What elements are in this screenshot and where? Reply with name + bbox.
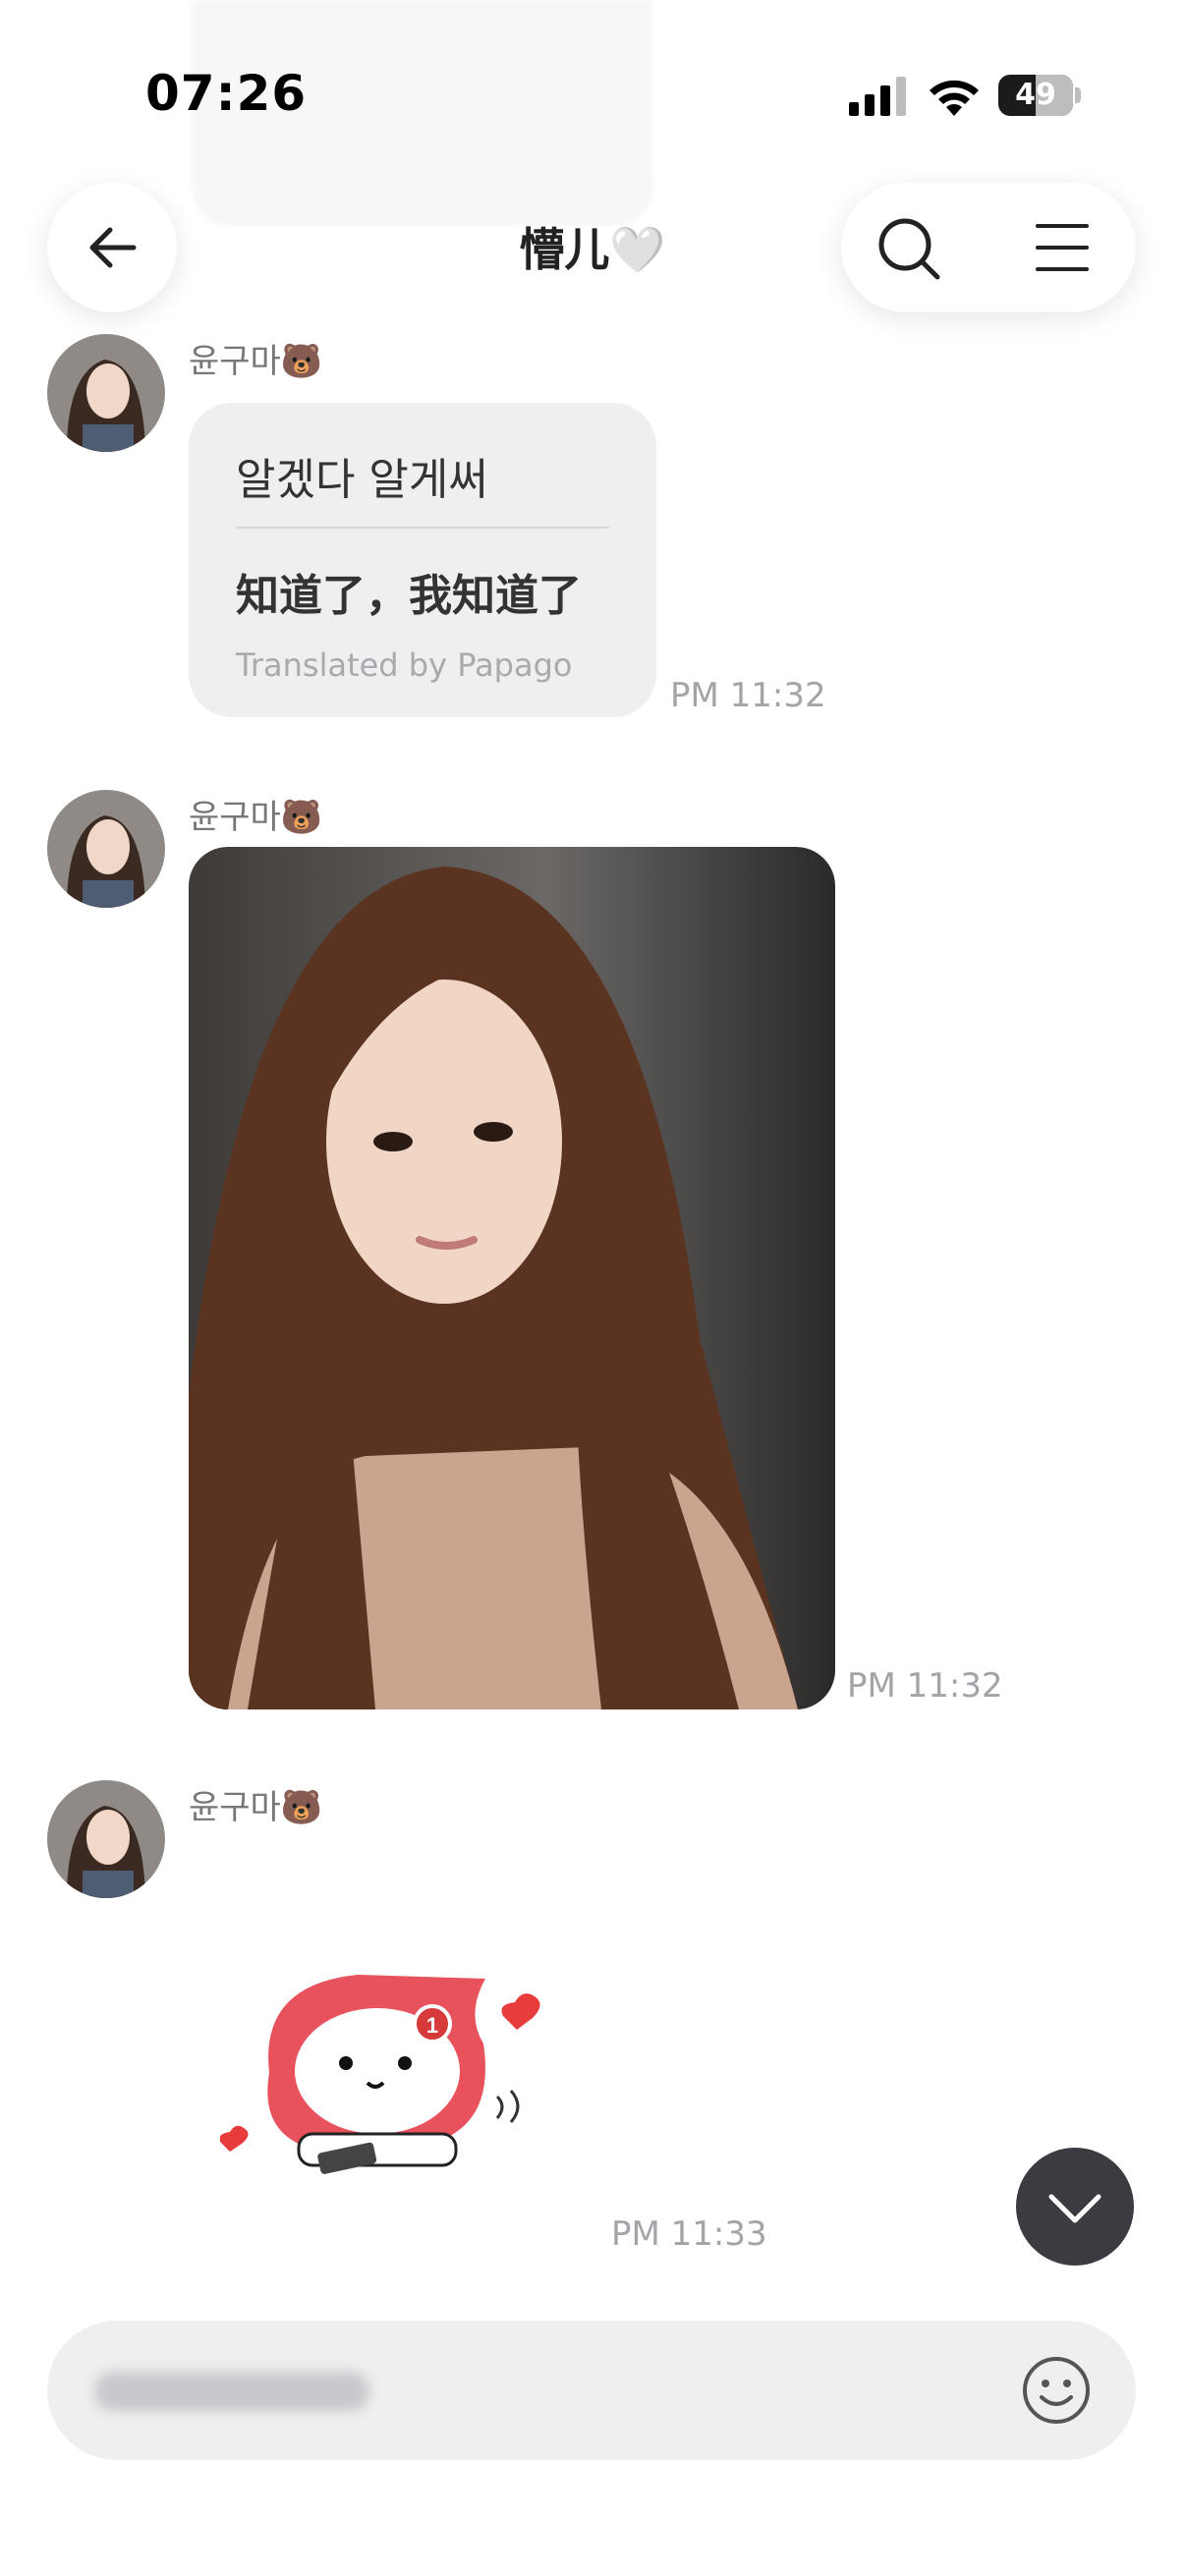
message-time: PM 11:33 [611,2214,767,2254]
cellular-signal-icon [849,77,906,116]
status-time: 07:26 [145,65,308,122]
hamburger-menu-icon[interactable] [1034,220,1091,275]
message-input[interactable] [94,2360,979,2419]
status-bar: 07:26 49 [0,0,1185,147]
sender-name: 윤구마🐻 [189,798,323,837]
wifi-icon [930,80,979,116]
translation-divider [236,527,609,529]
message-input-bar [47,2321,1136,2460]
smiley-icon[interactable] [1020,2354,1093,2427]
chat-screen: 07:26 49 懵儿🤍 윤구마🐻 알겠다 알게써 知道了，我知道了 Trans… [0,0,1185,2576]
chevron-down-icon [1048,2194,1101,2223]
search-icon[interactable] [876,216,941,281]
header-actions [841,183,1136,312]
message-time: PM 11:32 [847,1666,1003,1706]
avatar[interactable] [47,790,165,908]
sender-name: 윤구마🐻 [189,342,323,381]
sender-name: 윤구마🐻 [189,1788,323,1827]
sticker-message[interactable]: 1 [219,1955,554,2191]
message-bubble[interactable]: 알겠다 알게써 知道了，我知道了 Translated by Papago [189,403,656,717]
original-text: 알겠다 알게써 [236,455,488,505]
avatar[interactable] [47,334,165,452]
photo-message[interactable] [189,847,835,1709]
translation-credit: Translated by Papago [236,646,573,684]
avatar[interactable] [47,1780,165,1898]
scroll-to-bottom-button[interactable] [1016,2148,1134,2266]
message-time: PM 11:32 [670,676,826,715]
translated-text: 知道了，我知道了 [236,571,582,621]
battery-icon: 49 [998,75,1081,116]
battery-level: 49 [1015,78,1056,112]
sticker-badge: 1 [426,2013,438,2038]
